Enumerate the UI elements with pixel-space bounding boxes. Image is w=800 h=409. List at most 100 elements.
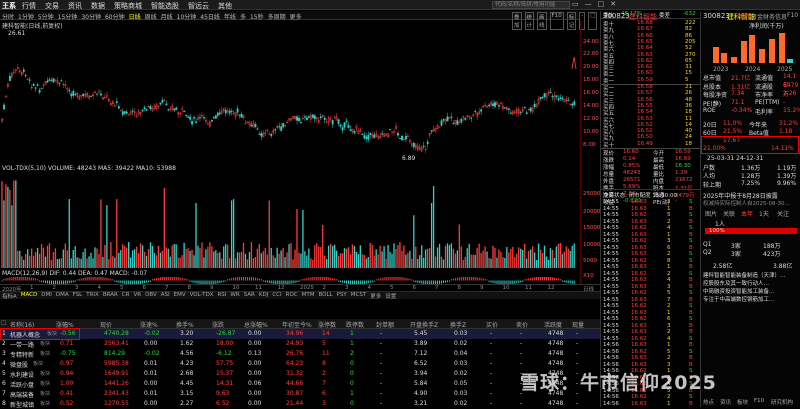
restore-icon[interactable]: ▭: [572, 0, 579, 8]
panel-tab[interactable]: 财务: [763, 12, 775, 21]
minimize-icon[interactable]: —: [585, 0, 592, 8]
period-tab[interactable]: 更多: [290, 12, 302, 21]
indicator-tab[interactable]: MTM: [302, 292, 315, 299]
menu-item-other[interactable]: 其他: [218, 1, 232, 11]
panel-subtab[interactable]: 图片: [705, 209, 717, 218]
indicator-tab[interactable]: ASI: [161, 292, 170, 299]
column-header[interactable]: 现量: [572, 320, 584, 329]
indicator-tab[interactable]: SAR: [244, 292, 255, 299]
column-header[interactable]: 现价: [100, 320, 112, 329]
sector-name[interactable]: 专精特新: [10, 350, 34, 359]
panel-tab[interactable]: 信息: [775, 12, 787, 21]
indicator-tab[interactable]: KDJ: [259, 292, 268, 299]
panel-tab[interactable]: F10: [787, 12, 798, 19]
table-row[interactable]: 7 高端装备 板块 0.41 2341.43 0.01 3.15 9.63 0.00 30.87 6…: [0, 389, 600, 399]
period-tab[interactable]: 分时: [2, 12, 14, 21]
period-tab[interactable]: 15秒: [250, 12, 264, 21]
column-header[interactable]: 封单额: [376, 320, 394, 329]
period-tab[interactable]: 多周期: [268, 12, 286, 21]
bottom-tab[interactable]: 热点: [703, 398, 714, 406]
column-header[interactable]: 买价: [486, 320, 498, 329]
period-tab[interactable]: 5分钟: [38, 12, 54, 21]
indicator-tab[interactable]: OBV: [145, 292, 157, 299]
table-row[interactable]: 6 活跃小盘 板块 1.00 1441.26 0.00 4.45 14.31 0.06 44.66…: [0, 379, 600, 389]
period-tab[interactable]: 15分钟: [58, 12, 78, 21]
column-header[interactable]: 涨跌: [212, 320, 224, 329]
panel-tab[interactable]: 资金: [751, 12, 763, 21]
sector-name[interactable]: 微盘股: [10, 360, 28, 369]
bottom-tab[interactable]: 资讯: [720, 398, 731, 406]
period-tab[interactable]: 1分钟: [18, 12, 34, 21]
table-row[interactable]: 3 专精特新 板块 -0.75 814.29 -0.02 4.56 -6.12 0.13 26.7…: [0, 349, 600, 359]
period-tab[interactable]: 10分钟: [177, 12, 197, 21]
report-notice-detail[interactable]: 权减持实际控制人自2025-08-30...: [703, 199, 790, 207]
table-row[interactable]: 5 水利建设 板块 0.94 1649.91 0.01 2.68 15.37 0.00 31.32…: [0, 369, 600, 379]
period-tab[interactable]: 周线: [145, 12, 157, 21]
indicator-tab[interactable]: PSY: [337, 292, 347, 299]
menu-item-trade[interactable]: 交易: [45, 1, 59, 11]
indicator-tab[interactable]: VOL-TDX: [190, 292, 214, 299]
news-item[interactable]: 建科智能智能装备制造（天津）…: [703, 271, 786, 279]
sector-name[interactable]: 一带一路: [10, 340, 34, 349]
bottom-tab[interactable]: F10: [754, 398, 764, 404]
column-header[interactable]: 开盘换手Z: [410, 320, 438, 329]
indicator-tab[interactable]: BOLL: [318, 292, 332, 299]
close-icon[interactable]: ✕: [610, 0, 616, 8]
ask-level[interactable]: 卖一 16.59 5: [601, 77, 701, 85]
column-header[interactable]: 涨速%: [140, 320, 158, 329]
panel-subtab[interactable]: 1天: [759, 209, 769, 218]
menu-item-screener[interactable]: 智能选股: [151, 1, 179, 11]
chart-tool-button[interactable]: F10: [549, 12, 564, 30]
period-tab[interactable]: 日线: [129, 12, 141, 21]
column-header[interactable]: 卖价: [516, 320, 528, 329]
column-header[interactable]: 换手%: [176, 320, 194, 329]
sector-name[interactable]: 活跃小盘: [10, 380, 34, 389]
panel-tab[interactable]: 盘口: [739, 12, 751, 21]
bid-level[interactable]: 买十 16.49 18: [601, 141, 701, 149]
indicator-tab[interactable]: MACD: [21, 292, 38, 299]
table-row[interactable]: 2 一带一路 板块 0.71 2563.41 0.00 1.62 18.00 0.00 24.93…: [0, 339, 600, 349]
column-header[interactable]: 总涨幅%: [244, 320, 268, 329]
candlestick-chart[interactable]: [0, 29, 580, 163]
indicator-tab[interactable]: 更多: [370, 292, 381, 300]
period-tab[interactable]: 月线: [161, 12, 173, 21]
news-item[interactable]: 中简融资投资智能加工装备…: [703, 287, 775, 295]
checkbox-icon[interactable]: ☐: [1, 320, 6, 327]
indicator-tab[interactable]: DMA: [56, 292, 69, 299]
column-header[interactable]: 跌停数: [346, 320, 364, 329]
indicator-tab[interactable]: ROC: [286, 292, 298, 299]
panel-subtab[interactable]: 本年: [741, 209, 753, 218]
sector-name[interactable]: 新型城镇: [10, 400, 34, 409]
chart-tool-button[interactable]: 叠加: [512, 12, 522, 30]
menu-item-strategy[interactable]: 策略商城: [114, 1, 142, 11]
bottom-tab[interactable]: 研究机构: [771, 398, 793, 406]
indicator-tab[interactable]: RSI: [217, 292, 226, 299]
indicator-tab[interactable]: DMI: [41, 292, 52, 299]
indicator-tab[interactable]: FSL: [73, 292, 83, 299]
indicator-tab[interactable]: EMV: [174, 292, 186, 299]
chart-tool-button[interactable]: 统计: [524, 12, 535, 30]
chart-tool-button[interactable]: 标记: [566, 12, 577, 30]
panel-subtab[interactable]: 关注: [777, 209, 789, 218]
volume-chart[interactable]: [0, 172, 580, 268]
sector-name[interactable]: 高端装备: [10, 390, 34, 399]
table-row[interactable]: 4 微盘股 板块 0.97 5985.38 0.01 4.23 57.75 0.00 64.23 8…: [0, 359, 600, 369]
period-tab[interactable]: 年线: [224, 12, 236, 21]
menu-item-data[interactable]: 数据: [91, 1, 105, 11]
period-tab[interactable]: 45日线: [200, 12, 220, 21]
menu-item-quotes[interactable]: 行情: [22, 1, 36, 11]
column-header[interactable]: 换手Z: [450, 320, 466, 329]
period-tab[interactable]: 多: [240, 12, 246, 21]
sector-name[interactable]: 水利建设: [10, 370, 34, 379]
period-tab[interactable]: 30分钟: [81, 12, 101, 21]
indicator-tab[interactable]: VR: [133, 292, 141, 299]
column-header[interactable]: 涨停数: [318, 320, 336, 329]
indicator-tab[interactable]: 指标A: [2, 292, 17, 300]
search-input[interactable]: 代码/名称/简拼/常用功能: [492, 1, 570, 9]
indicator-tab[interactable]: 设置: [385, 292, 396, 300]
indicator-tab[interactable]: CCI: [272, 292, 281, 299]
indicator-tab[interactable]: MCST: [351, 292, 366, 299]
table-row[interactable]: 1 机器人概念 板块 -0.56 4740.28 -0.02 3.20 -26.87 0.00 3…: [0, 329, 600, 339]
indicator-tab[interactable]: TRIX: [86, 292, 99, 299]
news-item[interactable]: 控股股东及其一致行动人…: [703, 279, 769, 287]
